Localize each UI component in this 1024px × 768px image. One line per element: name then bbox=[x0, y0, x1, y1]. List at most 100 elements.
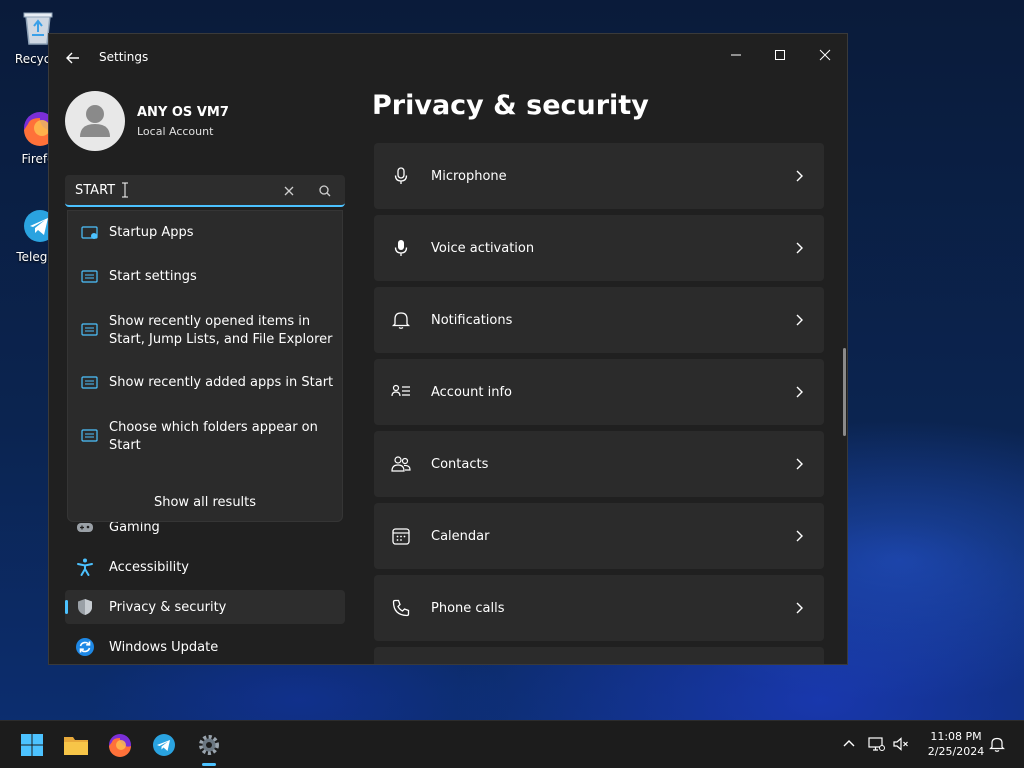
clock-time: 11:08 PM bbox=[930, 730, 982, 743]
show-hidden-icons-button[interactable] bbox=[840, 735, 858, 753]
card-notifications[interactable]: Notifications bbox=[374, 287, 824, 353]
arrow-left-icon bbox=[66, 52, 79, 64]
card-label: Calendar bbox=[431, 528, 490, 544]
minimize-button[interactable] bbox=[713, 40, 759, 70]
nav-item-windows-update[interactable]: Windows Update bbox=[65, 630, 345, 664]
search-input[interactable] bbox=[75, 183, 275, 198]
card-voice-activation[interactable]: Voice activation bbox=[374, 215, 824, 281]
taskbar-settings[interactable] bbox=[193, 729, 225, 761]
nav-item-label: Privacy & security bbox=[109, 599, 227, 615]
voice-activation-icon bbox=[394, 240, 408, 256]
chevron-right-icon bbox=[796, 314, 803, 326]
suggestion-text: Choose which folders appear on Start bbox=[109, 420, 318, 453]
suggestion-text: Startup Apps bbox=[109, 225, 194, 240]
chevron-right-icon bbox=[796, 242, 803, 254]
telegram-icon bbox=[153, 734, 175, 756]
page-title: Privacy & security bbox=[372, 90, 649, 121]
search-button[interactable] bbox=[317, 183, 333, 199]
volume-muted-icon bbox=[893, 737, 908, 751]
scrollbar-thumb[interactable] bbox=[843, 348, 846, 436]
suggestion-text: Show recently added apps in Start bbox=[109, 375, 334, 390]
clock-date: 2/25/2024 bbox=[927, 745, 985, 758]
nav-item-label: Accessibility bbox=[109, 559, 189, 575]
start-button[interactable] bbox=[16, 729, 48, 761]
card-partial[interactable] bbox=[374, 647, 824, 664]
firefox-icon bbox=[109, 734, 131, 757]
active-app-indicator bbox=[202, 763, 216, 766]
card-account-info[interactable]: Account info bbox=[374, 359, 824, 425]
search-suggestion[interactable]: Start settings bbox=[68, 268, 342, 286]
search-icon bbox=[319, 185, 331, 197]
suggestion-text: Start settings bbox=[109, 269, 197, 284]
volume-button[interactable] bbox=[892, 735, 910, 753]
show-all-results-link[interactable]: Show all results bbox=[68, 495, 342, 510]
shield-icon bbox=[78, 599, 92, 615]
contacts-icon bbox=[391, 456, 411, 472]
search-suggestion[interactable]: Startup Apps bbox=[68, 224, 342, 242]
chevron-right-icon bbox=[796, 530, 803, 542]
title-bar: Settings bbox=[49, 34, 847, 82]
nav-item-privacy-security[interactable]: Privacy & security bbox=[65, 590, 345, 624]
card-label: Notifications bbox=[431, 312, 513, 328]
chevron-up-icon bbox=[843, 740, 855, 747]
card-label: Contacts bbox=[431, 456, 489, 472]
profile-name: ANY OS VM7 bbox=[137, 105, 229, 120]
card-label: Account info bbox=[431, 384, 513, 400]
accessibility-icon bbox=[77, 558, 93, 576]
chevron-right-icon bbox=[796, 458, 803, 470]
close-icon bbox=[819, 49, 831, 61]
card-label: Voice activation bbox=[431, 240, 535, 256]
clear-search-button[interactable] bbox=[281, 183, 297, 199]
avatar bbox=[65, 91, 125, 151]
start-settings-icon bbox=[81, 376, 98, 389]
notification-bell-icon bbox=[989, 737, 1005, 752]
account-info-icon bbox=[391, 384, 410, 397]
profile-account-type: Local Account bbox=[137, 125, 214, 138]
taskbar-firefox[interactable] bbox=[104, 729, 136, 761]
taskbar-file-explorer[interactable] bbox=[60, 729, 92, 761]
user-avatar-icon bbox=[80, 105, 110, 137]
chevron-right-icon bbox=[796, 602, 803, 614]
windows-start-icon bbox=[21, 734, 43, 756]
notification-center-button[interactable] bbox=[988, 735, 1006, 753]
close-button[interactable] bbox=[802, 40, 847, 70]
startup-apps-icon bbox=[81, 226, 98, 239]
start-settings-icon bbox=[81, 270, 98, 283]
close-icon bbox=[284, 186, 294, 196]
chevron-right-icon bbox=[796, 170, 803, 182]
card-label: Phone calls bbox=[431, 600, 505, 616]
card-calendar[interactable]: Calendar bbox=[374, 503, 824, 569]
suggestion-text: Show recently opened items in Start, Jum… bbox=[109, 314, 333, 347]
phone-icon bbox=[392, 599, 410, 617]
ibeam-cursor-icon bbox=[122, 182, 128, 198]
network-icon bbox=[868, 737, 885, 751]
nav-item-accessibility[interactable]: Accessibility bbox=[65, 550, 345, 584]
chevron-right-icon bbox=[796, 386, 803, 398]
card-microphone[interactable]: Microphone bbox=[374, 143, 824, 209]
taskbar-telegram[interactable] bbox=[148, 729, 180, 761]
search-suggestion[interactable]: Show recently added apps in Start bbox=[68, 374, 342, 392]
search-box[interactable] bbox=[65, 175, 345, 207]
maximize-button[interactable] bbox=[757, 40, 803, 70]
search-suggestions: Startup Apps Start settings Show recentl… bbox=[67, 210, 343, 522]
nav-item-label: Windows Update bbox=[109, 639, 219, 655]
taskbar-clock[interactable]: 11:08 PM 2/25/2024 bbox=[920, 729, 992, 759]
back-button[interactable] bbox=[63, 48, 83, 68]
card-phone-calls[interactable]: Phone calls bbox=[374, 575, 824, 641]
window-title: Settings bbox=[99, 50, 149, 64]
file-explorer-icon bbox=[64, 737, 88, 755]
bell-icon bbox=[391, 312, 411, 329]
card-label: Microphone bbox=[431, 168, 507, 184]
taskbar: 11:08 PM 2/25/2024 bbox=[0, 720, 1024, 768]
network-button[interactable] bbox=[867, 735, 885, 753]
start-settings-icon bbox=[81, 323, 98, 336]
windows-update-icon bbox=[76, 638, 94, 656]
search-suggestion[interactable]: Show recently opened items in Start, Jum… bbox=[68, 313, 342, 349]
search-suggestion[interactable]: Choose which folders appear on Start bbox=[68, 419, 342, 455]
start-settings-icon bbox=[81, 429, 98, 442]
maximize-icon bbox=[775, 50, 785, 60]
settings-window: Settings ANY OS VM7 Local Account START … bbox=[48, 33, 848, 665]
calendar-icon bbox=[392, 528, 410, 545]
minimize-icon bbox=[731, 54, 741, 56]
card-contacts[interactable]: Contacts bbox=[374, 431, 824, 497]
